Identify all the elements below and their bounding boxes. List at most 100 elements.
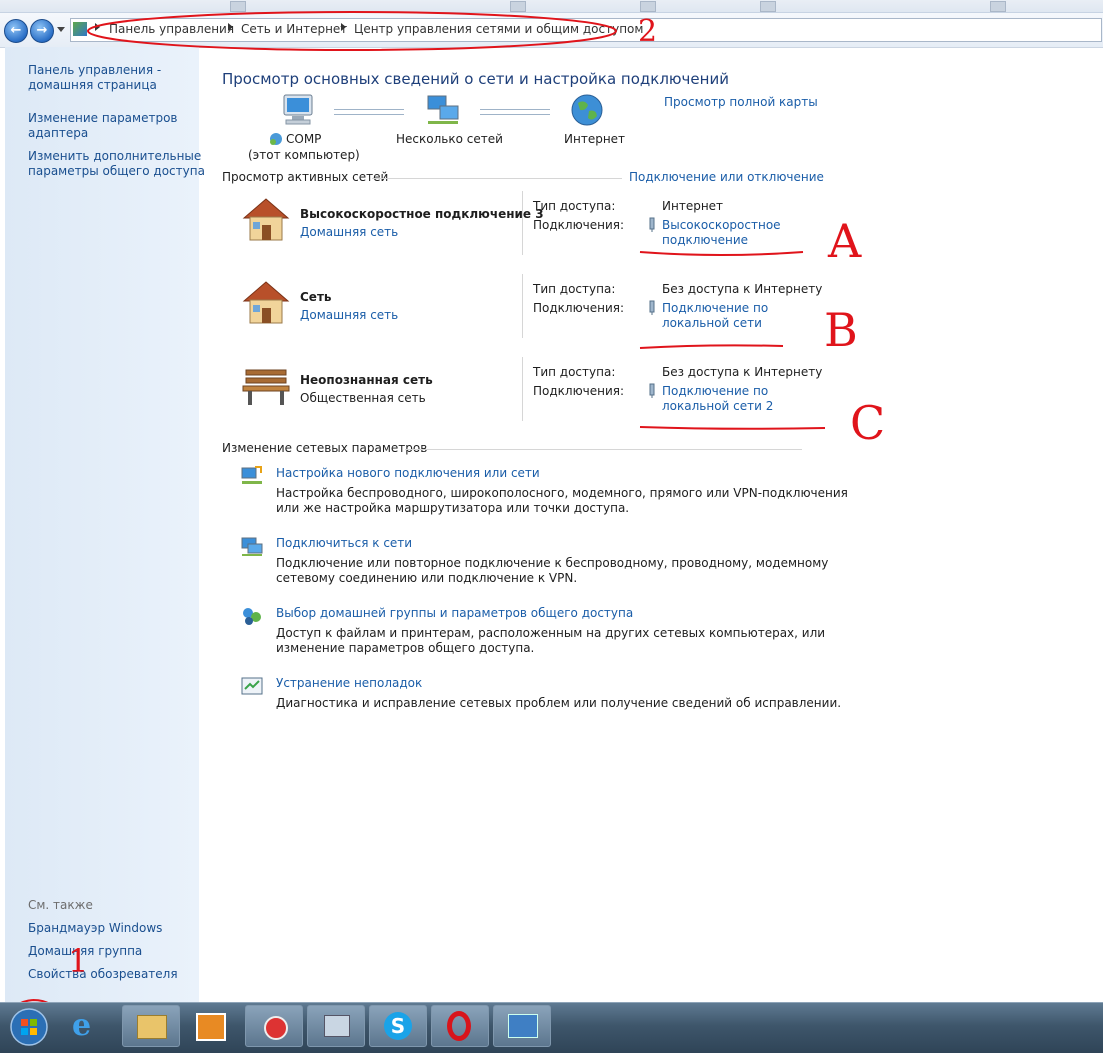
- network-type: Общественная сеть: [300, 391, 426, 405]
- column-divider: [522, 357, 523, 421]
- internet-label: Интернет: [564, 132, 626, 146]
- computer-subtitle: (этот компьютер): [248, 148, 360, 162]
- sidebar-link-sharing-settings[interactable]: Изменить дополнительные параметры общего …: [28, 149, 205, 179]
- access-type-label: Тип доступа:: [533, 282, 616, 296]
- toolbar-icon: [760, 1, 776, 12]
- toolbar-icon: [510, 1, 526, 12]
- network-type-link[interactable]: Домашняя сеть: [300, 308, 398, 323]
- recent-pages-dropdown-icon[interactable]: [57, 27, 65, 32]
- breadcrumb-arrow-icon[interactable]: [341, 23, 346, 31]
- taskbar-app-snipping[interactable]: [245, 1005, 303, 1047]
- opera-icon: [447, 1011, 471, 1041]
- skype-icon: S: [384, 1012, 412, 1040]
- connection-link[interactable]: Высокоскоростное подключение: [662, 218, 781, 248]
- network-name: Высокоскоростное подключение 3: [300, 207, 544, 221]
- annotation-label: 2: [638, 14, 658, 49]
- task-connect-link[interactable]: Подключиться к сети: [276, 536, 412, 551]
- back-button[interactable]: ←: [4, 19, 28, 43]
- network-type-link[interactable]: Домашняя сеть: [300, 225, 398, 240]
- taskbar-app-skype[interactable]: S: [369, 1005, 427, 1047]
- annotation-underline: [639, 344, 784, 349]
- annotation-label: 1: [68, 942, 89, 980]
- task-description: или же настройка маршрутизатора или точк…: [276, 501, 630, 515]
- folder-icon: [137, 1015, 167, 1039]
- computer-icon: [324, 1015, 350, 1037]
- sidebar-link-internet-options[interactable]: Свойства обозревателя: [28, 967, 178, 982]
- connection-plug-icon: [649, 300, 655, 315]
- see-also-heading: См. также: [28, 898, 93, 912]
- breadcrumb-item[interactable]: Панель управления: [109, 22, 234, 36]
- access-type-label: Тип доступа:: [533, 365, 616, 379]
- breadcrumb-item[interactable]: Сеть и Интернет: [241, 22, 347, 36]
- connection-plug-icon: [649, 217, 655, 232]
- full-map-link[interactable]: Просмотр полной карты: [664, 95, 818, 110]
- internet-explorer-icon[interactable]: e: [72, 1009, 106, 1043]
- taskbar: e S: [0, 1002, 1103, 1053]
- new-connection-icon: [241, 466, 262, 484]
- annotation-label: A: [828, 214, 862, 268]
- network-name: Неопознанная сеть: [300, 373, 433, 387]
- breadcrumb-arrow-icon[interactable]: [228, 23, 233, 31]
- sidebar-link-firewall[interactable]: Брандмауэр Windows: [28, 921, 162, 936]
- address-bar: ← → Панель управления Сеть и Интернет Це…: [0, 13, 1103, 48]
- active-networks-heading: Просмотр активных сетей: [222, 170, 389, 184]
- forward-arrow-icon: →: [36, 23, 48, 38]
- networks-label: Несколько сетей: [396, 132, 503, 146]
- control-panel-icon: [73, 22, 87, 36]
- taskbar-app-network[interactable]: [307, 1005, 365, 1047]
- access-type-value: Без доступа к Интернету: [662, 282, 823, 296]
- task-description: сетевому соединению или подключение к VP…: [276, 571, 578, 585]
- house-icon: [242, 281, 290, 324]
- connection-link[interactable]: Подключение по локальной сети: [662, 301, 768, 331]
- toolbar-icon: [640, 1, 656, 12]
- access-type-value: Интернет: [662, 199, 724, 213]
- map-connector: [334, 109, 404, 115]
- network-name: Сеть: [300, 290, 332, 304]
- user-network-icon: [270, 133, 282, 145]
- annotation-label: C: [850, 396, 886, 450]
- breadcrumb[interactable]: Панель управления Сеть и Интернет Центр …: [70, 18, 1102, 42]
- connections-label: Подключения:: [533, 218, 625, 232]
- connections-label: Подключения:: [533, 301, 625, 315]
- connection-link[interactable]: Подключение по локальной сети 2: [662, 384, 773, 414]
- toolbar-icon: [990, 1, 1006, 12]
- connect-disconnect-link[interactable]: Подключение или отключение: [629, 170, 824, 185]
- task-description: Доступ к файлам и принтерам, расположенн…: [276, 626, 826, 640]
- homegroup-icon: [243, 608, 261, 625]
- access-type-value: Без доступа к Интернету: [662, 365, 823, 379]
- annotation-label: B: [824, 303, 858, 357]
- taskbar-app-explorer[interactable]: [122, 1005, 180, 1047]
- computer-icon: [283, 94, 313, 125]
- task-description: Подключение или повторное подключение к …: [276, 556, 829, 570]
- sidebar-link-adapter-settings[interactable]: Изменение параметров адаптера: [28, 111, 178, 141]
- breadcrumb-arrow-icon[interactable]: [95, 23, 100, 31]
- computer-name: COMP: [286, 132, 322, 146]
- back-arrow-icon: ←: [10, 23, 22, 38]
- top-window-strip: [0, 0, 1103, 13]
- page-title: Просмотр основных сведений о сети и наст…: [222, 70, 729, 88]
- task-troubleshoot-link[interactable]: Устранение неполадок: [276, 676, 422, 691]
- network-icon: [427, 95, 459, 124]
- section-divider: [372, 178, 622, 179]
- connection-plug-icon: [649, 383, 655, 398]
- task-new-connection-link[interactable]: Настройка нового подключения или сети: [276, 466, 540, 481]
- task-homegroup-link[interactable]: Выбор домашней группы и параметров общег…: [276, 606, 633, 621]
- taskbar-app-opera[interactable]: [431, 1005, 489, 1047]
- start-button[interactable]: [9, 1007, 49, 1047]
- breadcrumb-item[interactable]: Центр управления сетями и общим доступом: [354, 22, 643, 36]
- forward-button[interactable]: →: [30, 19, 54, 43]
- annotation-underline: [639, 426, 826, 430]
- bench-icon: [242, 369, 290, 405]
- globe-icon: [571, 94, 603, 126]
- media-player-icon[interactable]: [196, 1013, 226, 1041]
- connections-label: Подключения:: [533, 384, 625, 398]
- connect-network-icon: [241, 537, 263, 556]
- control-panel-icon: [508, 1014, 538, 1038]
- change-settings-heading: Изменение сетевых параметров: [222, 441, 428, 455]
- map-connector: [480, 109, 550, 115]
- house-icon: [242, 198, 290, 241]
- access-type-label: Тип доступа:: [533, 199, 616, 213]
- taskbar-app-control-panel[interactable]: [493, 1005, 551, 1047]
- sidebar-link-home[interactable]: Панель управления - домашняя страница: [28, 63, 161, 93]
- section-divider: [405, 449, 802, 450]
